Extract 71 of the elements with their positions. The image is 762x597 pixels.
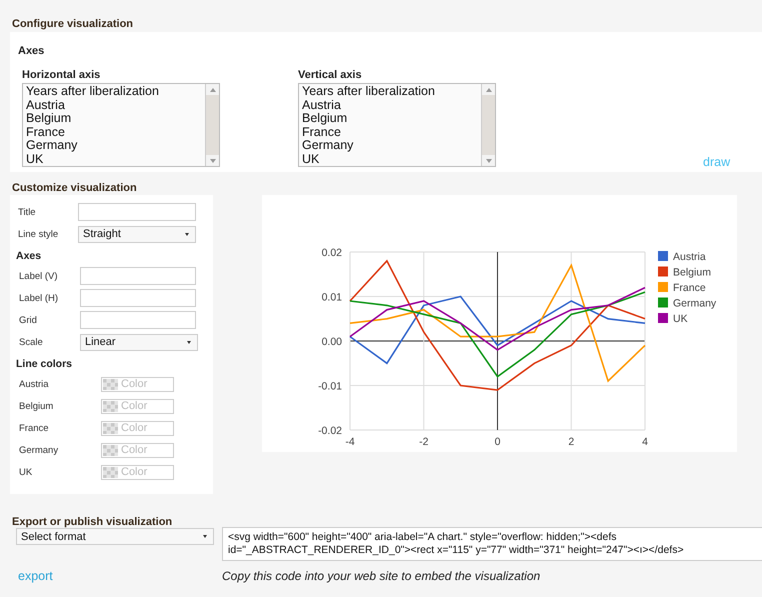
listbox-option[interactable]: Germany <box>302 139 478 153</box>
listbox-option[interactable]: France <box>26 126 202 140</box>
input-field[interactable] <box>80 289 196 307</box>
section-title: Export or publish visualization <box>12 516 172 528</box>
listbox-label: Horizontal axis <box>22 68 100 82</box>
field-label: Grid <box>19 314 38 326</box>
dropdown[interactable]: Linear <box>80 334 198 350</box>
listbox[interactable]: Years after liberalization Austria Belgium France Germany UK <box>22 83 220 167</box>
code-box[interactable]: <svg width="600" height="400" aria-label="A chart." style="overflow: hidden;"><defs id="_ABSTRACT_RENDERER_ID_0"><rect x="115" y="77" width="371" height="247"><ı></defs> <box>222 527 762 561</box>
axis-tick-label: 0.01 <box>322 292 342 304</box>
checkerboard-icon <box>103 378 118 390</box>
field-label: Scale <box>19 336 44 348</box>
legend-label: UK <box>673 313 688 325</box>
field-label: Belgium <box>19 400 54 412</box>
scrollbar[interactable] <box>205 84 219 166</box>
checkerboard-icon <box>103 422 118 434</box>
listbox-option[interactable]: Years after liberalization <box>302 85 478 99</box>
scroll-up-icon[interactable] <box>210 88 216 92</box>
field-label: Line style <box>18 228 60 240</box>
field-label: Label (V) <box>19 270 59 282</box>
listbox-option[interactable]: Belgium <box>26 112 202 126</box>
caret-icon <box>203 535 207 538</box>
checkerboard-icon <box>103 444 118 456</box>
scrollbar[interactable] <box>481 84 495 166</box>
field-label: Title <box>18 206 37 218</box>
hint-text: Copy this code into your web site to embed the visualization <box>222 569 540 583</box>
field-label: Label (H) <box>19 292 60 304</box>
axis-tick-label: -0.01 <box>318 380 342 392</box>
listbox-option[interactable]: Austria <box>26 98 202 112</box>
axis-tick-label: 2 <box>568 436 574 448</box>
field-label: UK <box>19 466 34 478</box>
axis-tick-label: 0.02 <box>322 247 342 259</box>
listbox[interactable]: Years after liberalization Austria Belgium France Germany UK <box>298 83 496 167</box>
legend-label: Belgium <box>673 266 711 278</box>
field-label: Germany <box>19 444 60 456</box>
dropdown[interactable]: Straight <box>78 226 196 242</box>
listbox-option[interactable]: UK <box>26 152 202 166</box>
listbox-option[interactable]: Austria <box>302 98 478 112</box>
axis-tick-label: 0.00 <box>322 336 342 348</box>
caret-icon <box>185 232 189 236</box>
legend-label: France <box>673 282 706 294</box>
field-label: France <box>19 422 50 434</box>
section-title: Customize visualization <box>12 182 137 194</box>
input-field[interactable] <box>80 311 196 329</box>
input-field[interactable] <box>78 203 196 221</box>
group-heading: Axes <box>16 250 42 262</box>
listbox-option[interactable]: France <box>302 126 478 140</box>
listbox-label: Vertical axis <box>298 68 362 82</box>
scroll-down-icon[interactable] <box>486 158 492 162</box>
checkerboard-icon <box>103 466 118 478</box>
axis-tick-label: -4 <box>345 436 355 448</box>
listbox-option[interactable]: Germany <box>26 139 202 153</box>
checkerboard-icon <box>103 400 118 412</box>
listbox-option[interactable]: Years after liberalization <box>26 85 202 99</box>
group-heading: Line colors <box>16 358 72 370</box>
panel-heading: Axes <box>18 45 44 57</box>
listbox-option[interactable]: UK <box>302 152 478 166</box>
section-title: Configure visualization <box>12 18 134 30</box>
scroll-up-icon[interactable] <box>486 88 492 92</box>
axis-tick-label: 4 <box>642 436 648 448</box>
axis-tick-label: -2 <box>419 436 428 448</box>
input-field[interactable] <box>80 267 196 285</box>
axis-tick-label: 0 <box>494 436 500 448</box>
field-label: Austria <box>19 378 50 390</box>
listbox-option[interactable]: Belgium <box>302 112 478 126</box>
scroll-down-icon[interactable] <box>210 158 216 162</box>
caret-icon <box>187 340 191 344</box>
legend-label: Germany <box>673 298 716 310</box>
legend-label: Austria <box>673 251 706 263</box>
format-dropdown[interactable]: Select format <box>16 528 214 545</box>
axis-tick-label: -0.02 <box>318 425 342 437</box>
